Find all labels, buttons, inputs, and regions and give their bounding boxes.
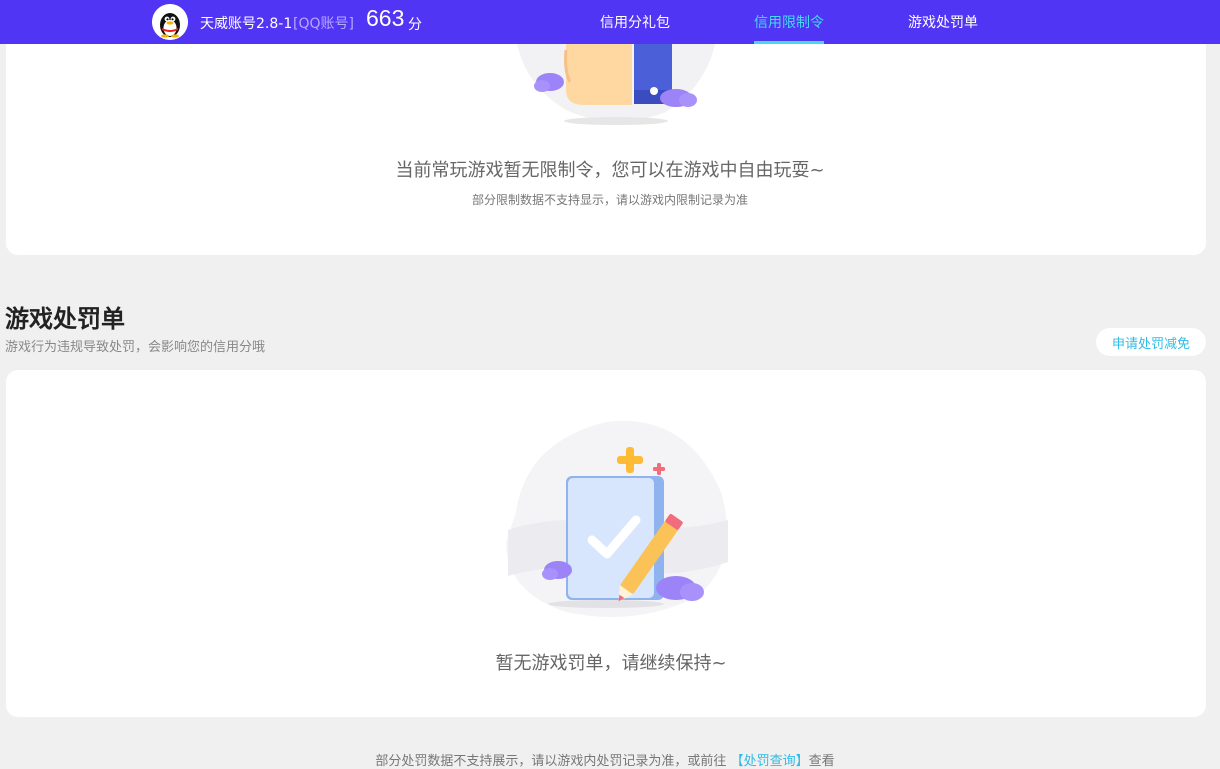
active-tab-underline	[754, 41, 824, 44]
footer-note-prefix: 部分处罚数据不支持展示，请以游戏内处罚记录为准，或前往	[375, 754, 727, 769]
credit-score-unit: 分	[408, 17, 422, 33]
restriction-sub-message: 部分限制数据不支持显示，请以游戏内限制记录为准	[471, 193, 748, 207]
restriction-empty-message: 当前常玩游戏暂无限制令，您可以在游戏中自由玩耍~	[395, 160, 825, 181]
apply-penalty-reduction-button[interactable]: 申请处罚减免	[1096, 328, 1206, 356]
nav-tab-penalty-ticket[interactable]: 游戏处罚单	[908, 12, 978, 32]
penalty-card: 暂无游戏罚单，请继续保持~	[6, 370, 1206, 717]
footer-note-suffix: 查看	[808, 754, 835, 769]
top-header: 天威账号2.8-1 [QQ账号] 663 分 信用分礼包 信用限制令 游戏处罚单	[0, 0, 1220, 44]
clipboard-check-illustration	[506, 420, 728, 617]
penalty-footer-note: 部分处罚数据不支持展示，请以游戏内处罚记录为准，或前往 【处罚查询】查看	[0, 750, 1210, 769]
penguin-icon	[152, 4, 188, 40]
penalty-section-title: 游戏处罚单	[5, 305, 125, 333]
penalty-section-description: 游戏行为违规导致处罚，会影响您的信用分哦	[5, 340, 266, 355]
restriction-card: 当前常玩游戏暂无限制令，您可以在游戏中自由玩耍~ 部分限制数据不支持显示，请以游…	[6, 20, 1206, 255]
penalty-empty-message: 暂无游戏罚单，请继续保持~	[495, 653, 727, 674]
nav-tab-restriction-order[interactable]: 信用限制令	[754, 12, 824, 32]
account-name: 天威账号2.8-1	[200, 16, 293, 32]
credit-score-value: 663	[366, 5, 405, 31]
account-type: [QQ账号]	[293, 16, 354, 32]
penalty-query-link[interactable]: 【处罚查询】	[731, 754, 809, 769]
penalty-illustration	[496, 412, 736, 626]
qq-penguin-avatar[interactable]	[152, 4, 188, 40]
nav-tab-credit-gift[interactable]: 信用分礼包	[600, 12, 670, 32]
